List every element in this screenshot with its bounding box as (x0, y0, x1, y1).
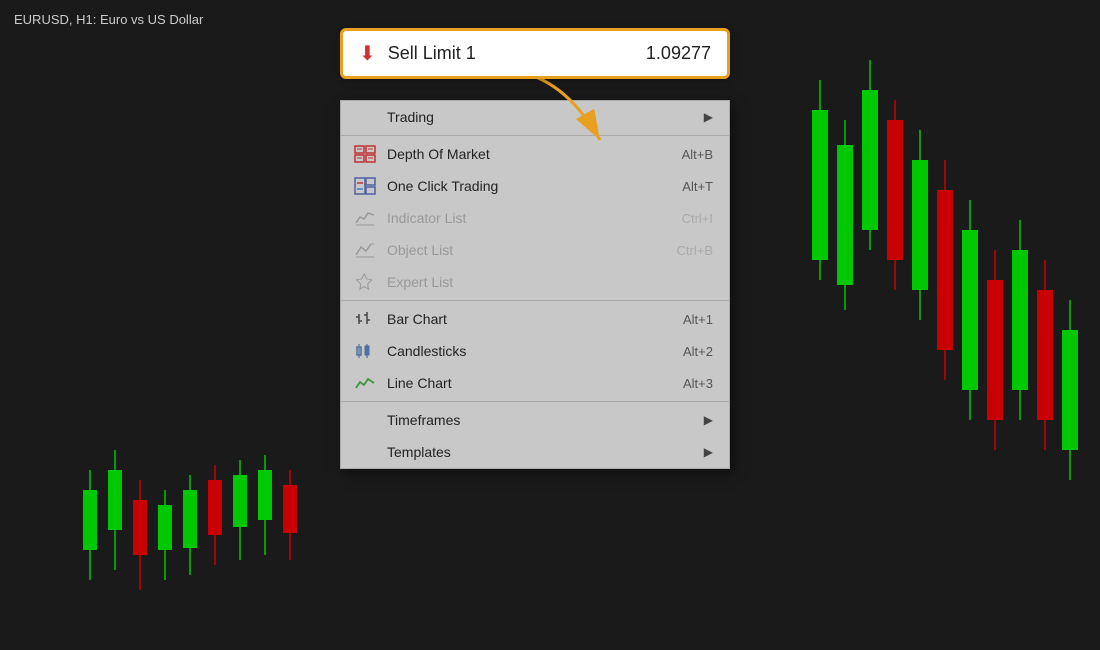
indicator-list-label: Indicator List (387, 210, 652, 226)
menu-item-indicator-list: Indicator List Ctrl+I (341, 202, 729, 234)
line-chart-icon (353, 373, 377, 393)
separator-3 (341, 401, 729, 402)
menu-item-one-click-trading[interactable]: One Click Trading Alt+T (341, 170, 729, 202)
chart-title: EURUSD, H1: Euro vs US Dollar (14, 12, 203, 27)
sell-limit-icon: ⬇ (359, 41, 376, 66)
separator-2 (341, 300, 729, 301)
one-click-trading-label: One Click Trading (387, 178, 652, 194)
trading-icon (353, 107, 377, 127)
depth-of-market-label: Depth Of Market (387, 146, 652, 162)
bar-chart-shortcut: Alt+1 (683, 312, 713, 327)
separator-1 (341, 135, 729, 136)
trading-label: Trading (387, 109, 696, 125)
object-list-shortcut: Ctrl+B (677, 243, 713, 258)
templates-arrow: ▶ (704, 445, 713, 459)
object-list-label: Object List (387, 242, 647, 258)
object-list-icon (353, 240, 377, 260)
sell-limit-price: 1.09277 (646, 43, 711, 64)
menu-item-templates[interactable]: Templates ▶ (341, 436, 729, 468)
oct-icon (353, 176, 377, 196)
bar-chart-label: Bar Chart (387, 311, 653, 327)
menu-item-trading[interactable]: Trading ▶ (341, 101, 729, 133)
line-chart-label: Line Chart (387, 375, 653, 391)
dom-icon (353, 144, 377, 164)
timeframes-label: Timeframes (387, 412, 696, 428)
menu-item-object-list: Object List Ctrl+B (341, 234, 729, 266)
candlesticks-label: Candlesticks (387, 343, 653, 359)
bar-chart-icon (353, 309, 377, 329)
menu-item-timeframes[interactable]: Timeframes ▶ (341, 404, 729, 436)
menu-item-expert-list: Expert List (341, 266, 729, 298)
menu-item-candlesticks[interactable]: Candlesticks Alt+2 (341, 335, 729, 367)
expert-list-icon (353, 272, 377, 292)
sell-limit-label: Sell Limit 1 (388, 43, 646, 64)
menu-item-depth-of-market[interactable]: Depth Of Market Alt+B (341, 138, 729, 170)
templates-label: Templates (387, 444, 696, 460)
sell-limit-box: ⬇ Sell Limit 1 1.09277 (340, 28, 730, 79)
candlesticks-icon (353, 341, 377, 361)
indicator-list-icon (353, 208, 377, 228)
menu-item-line-chart[interactable]: Line Chart Alt+3 (341, 367, 729, 399)
timeframes-arrow: ▶ (704, 413, 713, 427)
trading-arrow: ▶ (704, 110, 713, 124)
timeframes-icon (353, 410, 377, 430)
context-menu: Trading ▶ Depth Of Market Alt+B (340, 100, 730, 469)
depth-of-market-shortcut: Alt+B (682, 147, 713, 162)
one-click-trading-shortcut: Alt+T (682, 179, 713, 194)
menu-item-bar-chart[interactable]: Bar Chart Alt+1 (341, 303, 729, 335)
indicator-list-shortcut: Ctrl+I (682, 211, 713, 226)
templates-icon (353, 442, 377, 462)
expert-list-label: Expert List (387, 274, 683, 290)
candlesticks-shortcut: Alt+2 (683, 344, 713, 359)
line-chart-shortcut: Alt+3 (683, 376, 713, 391)
